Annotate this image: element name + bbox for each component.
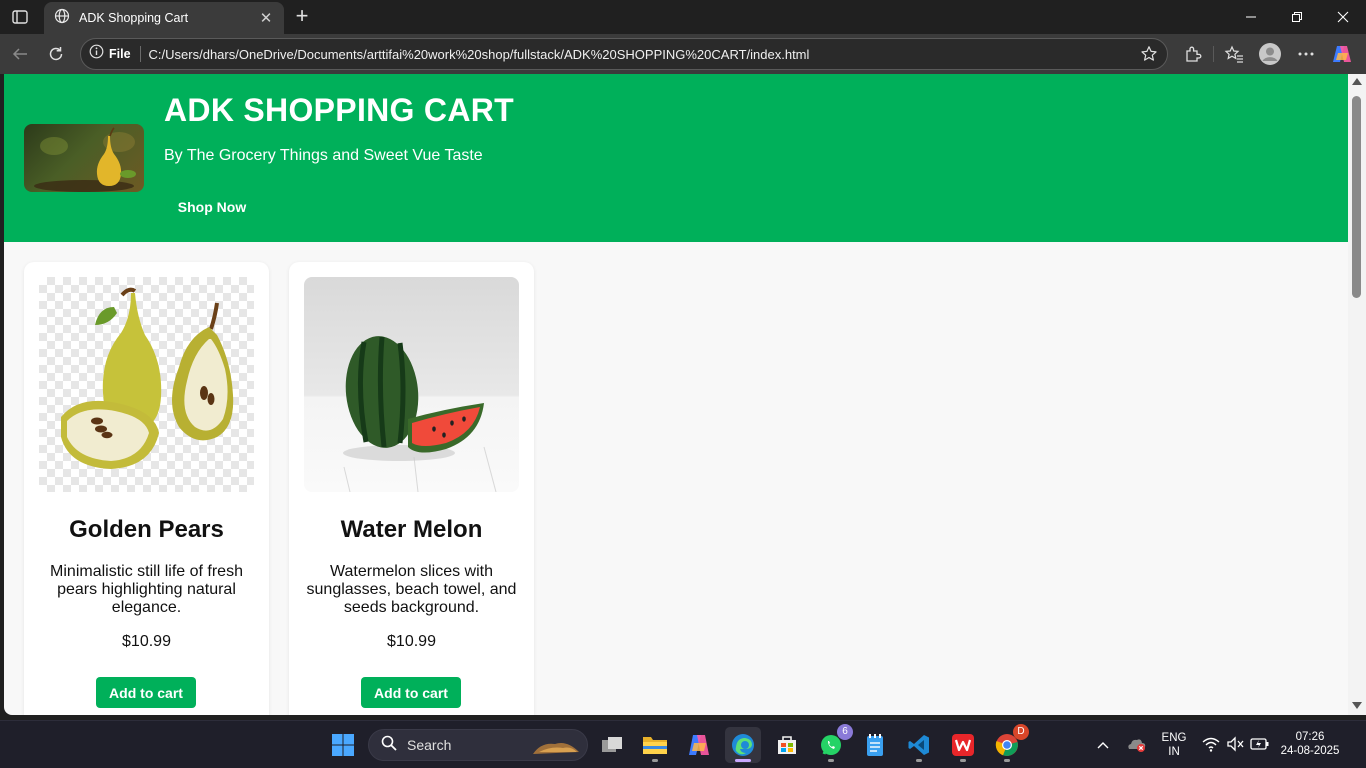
product-description: Minimalistic still life of fresh pears h…	[50, 563, 243, 616]
wifi-icon[interactable]	[1202, 736, 1220, 757]
windows-start-icon[interactable]	[325, 727, 361, 763]
globe-icon	[54, 8, 70, 29]
tab-close-icon[interactable]: ✕	[258, 9, 274, 27]
product-description: Watermelon slices with sunglasses, beach…	[306, 563, 517, 616]
tab-title: ADK Shopping Cart	[79, 11, 189, 25]
close-window-icon[interactable]	[1320, 0, 1366, 34]
browser-toolbar: File C:/Users/dhars/OneDrive/Documents/a…	[0, 34, 1366, 74]
product-card: Golden Pears Minimalistic still life of …	[24, 262, 269, 715]
refresh-icon[interactable]	[44, 42, 68, 66]
new-tab-icon[interactable]: +	[290, 5, 314, 29]
hero-title: ADK SHOPPING CART	[164, 92, 515, 128]
chrome-icon[interactable]: D	[989, 724, 1029, 763]
copilot-icon[interactable]	[1330, 42, 1354, 66]
vscode-icon[interactable]	[901, 727, 937, 763]
favorite-star-icon[interactable]	[1139, 44, 1159, 64]
task-view-icon[interactable]	[594, 727, 630, 763]
whatsapp-icon[interactable]: 6	[813, 724, 853, 763]
search-placeholder: Search	[407, 737, 452, 753]
language-code: ENG	[1161, 732, 1187, 744]
product-price: $10.99	[122, 633, 171, 650]
scroll-thumb[interactable]	[1352, 96, 1361, 298]
running-indicator	[960, 759, 966, 762]
add-to-cart-button[interactable]: Add to cart	[361, 677, 461, 708]
battery-charging-icon[interactable]	[1250, 737, 1270, 756]
page-scrollbar[interactable]	[1348, 74, 1366, 715]
notepad-icon[interactable]	[857, 727, 893, 763]
favorites-icon[interactable]	[1222, 42, 1246, 66]
profile-avatar-icon[interactable]	[1258, 42, 1282, 66]
hero-banner: ADK SHOPPING CART By The Grocery Things …	[4, 74, 1348, 242]
running-indicator	[652, 759, 658, 762]
chrome-profile-badge: D	[1013, 724, 1029, 740]
product-image-watermelon	[304, 277, 519, 492]
add-to-cart-button[interactable]: Add to cart	[96, 677, 196, 708]
hero-subtitle: By The Grocery Things and Sweet Vue Tast…	[164, 147, 483, 164]
minimize-icon[interactable]	[1228, 0, 1274, 34]
info-icon[interactable]	[89, 44, 104, 64]
clock-date: 24-08-2025	[1280, 745, 1340, 757]
language-indicator[interactable]: ENG IN	[1156, 731, 1192, 759]
toolbar-divider	[1213, 46, 1214, 62]
scroll-down-arrow-icon[interactable]	[1352, 702, 1362, 709]
product-image-pears	[39, 277, 254, 492]
browser-titlebar: ADK Shopping Cart ✕ +	[0, 0, 1366, 34]
running-indicator	[916, 759, 922, 762]
active-indicator	[735, 759, 751, 762]
product-name: Water Melon	[340, 516, 483, 543]
show-hidden-icons-chevron-icon[interactable]	[1096, 737, 1110, 755]
product-price: $10.99	[387, 633, 436, 650]
search-icon	[381, 735, 397, 756]
product-name: Golden Pears	[69, 516, 224, 543]
restore-icon[interactable]	[1274, 0, 1320, 34]
windows-taskbar: Search 6 D ENG IN 07:26 24-08-2025	[0, 720, 1366, 768]
copilot-app-icon[interactable]	[681, 727, 717, 763]
clock-time: 07:26	[1295, 731, 1325, 743]
more-options-icon[interactable]	[1294, 42, 1318, 66]
file-label: File	[109, 47, 131, 61]
file-explorer-icon[interactable]	[637, 727, 673, 763]
language-region: IN	[1168, 746, 1180, 758]
address-bar[interactable]: File C:/Users/dhars/OneDrive/Documents/a…	[80, 38, 1168, 70]
product-card: Water Melon Watermelon slices with sungl…	[289, 262, 534, 715]
clock[interactable]: 07:26 24-08-2025	[1280, 730, 1340, 758]
extensions-icon[interactable]	[1181, 42, 1205, 66]
back-arrow-icon[interactable]	[8, 42, 32, 66]
volume-muted-icon[interactable]	[1226, 736, 1244, 757]
browser-tab[interactable]: ADK Shopping Cart ✕	[44, 2, 284, 34]
running-indicator	[1004, 759, 1010, 762]
tab-actions-icon[interactable]	[8, 6, 32, 28]
microsoft-store-icon[interactable]	[769, 727, 805, 763]
shop-now-button[interactable]: Shop Now	[164, 192, 260, 222]
scroll-up-arrow-icon[interactable]	[1352, 78, 1362, 85]
url-text[interactable]: C:/Users/dhars/OneDrive/Documents/arttif…	[149, 47, 810, 62]
url-divider	[139, 46, 141, 62]
running-indicator	[828, 759, 834, 762]
whatsapp-badge: 6	[837, 724, 853, 740]
onedrive-status-icon[interactable]	[1126, 735, 1148, 758]
taskbar-search-input[interactable]: Search	[368, 729, 588, 761]
search-highlight-icon	[531, 734, 581, 763]
wps-office-icon[interactable]	[945, 727, 981, 763]
edge-browser-icon[interactable]	[725, 727, 761, 763]
hero-pear-image	[24, 124, 144, 192]
page-viewport: ADK SHOPPING CART By The Grocery Things …	[4, 74, 1348, 715]
